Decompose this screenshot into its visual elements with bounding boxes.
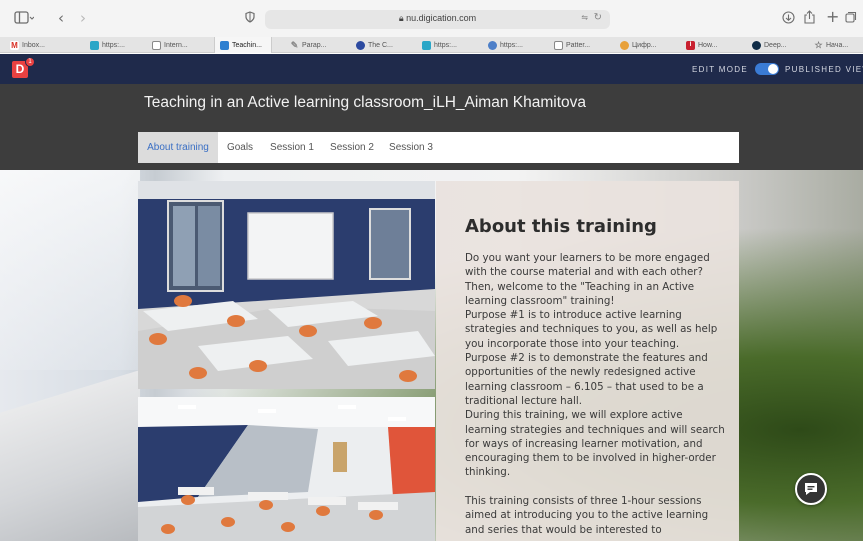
- nav-about-training[interactable]: About training: [138, 132, 218, 163]
- tab-label: https:...: [434, 41, 457, 49]
- mode-toggle[interactable]: [755, 63, 779, 75]
- tab-label: How...: [698, 41, 718, 49]
- browser-tab[interactable]: https:...: [484, 37, 542, 53]
- site-icon: [422, 40, 431, 50]
- sidebar-toggle-icon[interactable]: [14, 11, 35, 29]
- about-paragraph: This training consists of three 1-hour s…: [465, 495, 709, 536]
- notification-badge[interactable]: 1: [25, 57, 35, 67]
- star-icon: ☆: [814, 39, 823, 50]
- privacy-shield-icon[interactable]: [245, 11, 255, 27]
- page-icon: [152, 40, 161, 50]
- browser-tab[interactable]: M Inbox...: [6, 37, 64, 53]
- tab-bar: M Inbox... https:... Intern... Teachin..…: [0, 37, 863, 53]
- browser-tab[interactable]: https:...: [86, 37, 144, 53]
- browser-tab-active[interactable]: Teachin...: [214, 37, 272, 53]
- nav-session-1[interactable]: Session 1: [266, 132, 318, 163]
- tab-label: Цифр...: [632, 41, 657, 49]
- tab-label: Нача...: [826, 41, 849, 49]
- page-title: Teaching in an Active learning classroom…: [144, 94, 586, 111]
- about-paragraph: Purpose #1 is to introduce active learni…: [465, 309, 718, 350]
- about-paragraph: During this training, we will explore ac…: [465, 409, 725, 479]
- browser-tab[interactable]: ✎ Parap...: [286, 37, 344, 53]
- browser-tab[interactable]: I How...: [682, 37, 740, 53]
- url-field[interactable]: 🔒︎ nu.digication.com ↻ ⇋: [265, 10, 610, 29]
- chat-button[interactable]: [795, 473, 827, 505]
- background-laptop: [0, 370, 140, 541]
- quill-icon: ✎: [290, 39, 299, 50]
- classroom-photo-1: [138, 181, 435, 389]
- tab-label: Deep...: [764, 41, 787, 49]
- translate-icon[interactable]: ⇋: [581, 13, 588, 22]
- forward-icon[interactable]: ›: [80, 10, 86, 26]
- tab-label: Teachin...: [232, 41, 262, 49]
- orb-icon: [620, 40, 629, 50]
- globe-icon: [488, 40, 497, 50]
- tab-label: Inbox...: [22, 41, 45, 49]
- url-text: nu.digication.com: [406, 13, 477, 23]
- gmail-icon: M: [10, 40, 19, 50]
- nav-session-3[interactable]: Session 3: [385, 132, 437, 163]
- tab-label: Intern...: [164, 41, 188, 49]
- tab-overview-icon[interactable]: [845, 11, 857, 27]
- tab-label: Patter...: [566, 41, 591, 49]
- new-tab-icon[interactable]: +: [826, 9, 839, 25]
- about-paragraph: Purpose #2 is to demonstrate the feature…: [465, 352, 708, 407]
- back-icon[interactable]: ‹: [58, 10, 64, 26]
- page-nav: About training Goals Session 1 Session 2…: [138, 132, 739, 163]
- content-area: About this training Do you want your lea…: [0, 170, 863, 541]
- background-window: [0, 170, 140, 370]
- page-icon: [554, 40, 563, 50]
- globe-icon: [356, 40, 365, 50]
- tab-label: The C...: [368, 41, 393, 49]
- digication-icon: [220, 40, 229, 50]
- how-icon: I: [686, 40, 695, 50]
- about-heading: About this training: [465, 216, 657, 237]
- edit-mode-label[interactable]: EDIT MODE: [692, 65, 748, 74]
- about-body: Do you want your learners to be more eng…: [465, 251, 727, 537]
- browser-tab[interactable]: ☆ Нача...: [810, 37, 862, 53]
- browser-tab[interactable]: Цифр...: [616, 37, 674, 53]
- deepl-icon: [752, 40, 761, 50]
- tab-label: Parap...: [302, 41, 327, 49]
- page-header: Teaching in an Active learning classroom…: [0, 84, 863, 170]
- chat-icon: [805, 483, 817, 495]
- digication-topbar: D 1 EDIT MODE PUBLISHED VIEW: [0, 54, 863, 84]
- about-paragraph: Do you want your learners to be more eng…: [465, 252, 710, 307]
- reload-icon[interactable]: ↻: [594, 12, 602, 23]
- nav-goals[interactable]: Goals: [221, 132, 259, 163]
- tab-label: https:...: [500, 41, 523, 49]
- site-icon: [90, 40, 99, 50]
- browser-tab[interactable]: https:...: [418, 37, 476, 53]
- classroom-photo-2: [138, 397, 435, 541]
- about-panel: About this training Do you want your lea…: [436, 181, 739, 541]
- download-icon[interactable]: [782, 11, 795, 28]
- browser-tab[interactable]: Deep...: [748, 37, 800, 53]
- share-icon[interactable]: [804, 10, 815, 28]
- nav-session-2[interactable]: Session 2: [326, 132, 378, 163]
- browser-toolbar: ‹ › 🔒︎ nu.digication.com ↻ ⇋ +: [0, 0, 863, 37]
- published-view-label[interactable]: PUBLISHED VIEW: [785, 65, 863, 74]
- browser-tab[interactable]: Intern...: [148, 37, 206, 53]
- toggle-knob: [768, 64, 778, 74]
- tab-label: https:...: [102, 41, 125, 49]
- browser-tab[interactable]: Patter...: [550, 37, 608, 53]
- browser-tab[interactable]: The C...: [352, 37, 410, 53]
